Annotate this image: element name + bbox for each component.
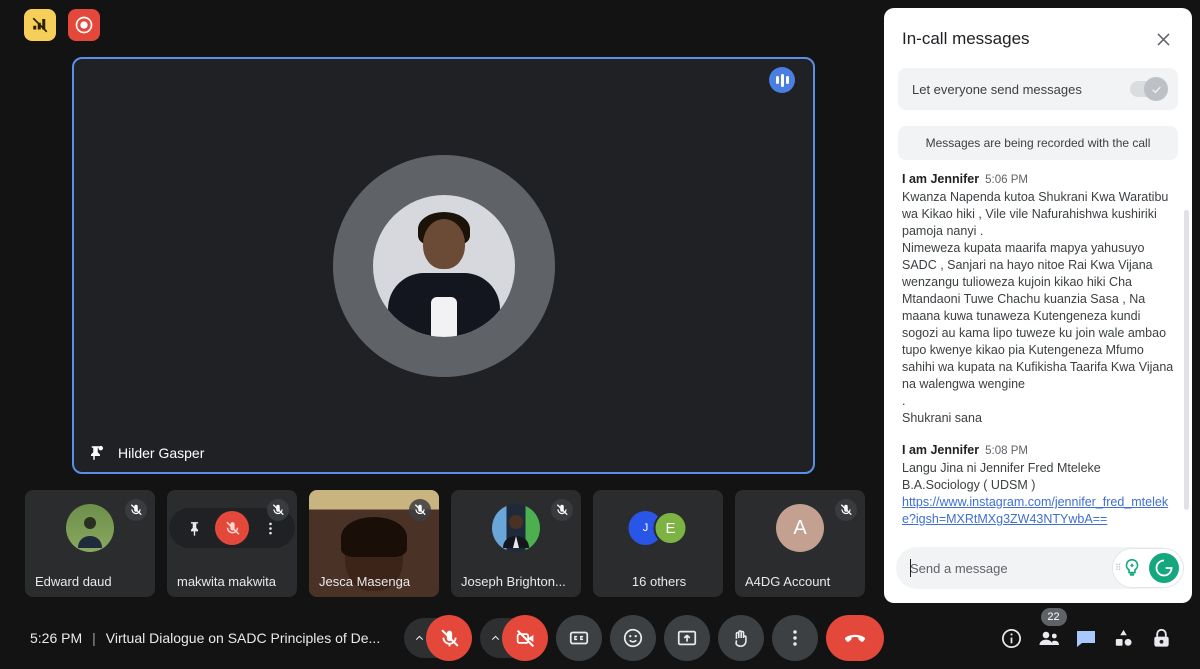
thumbnail-edward-daud[interactable]: Edward daud xyxy=(25,490,155,597)
more-options-button[interactable] xyxy=(772,615,818,661)
chat-button[interactable] xyxy=(1069,621,1103,655)
end-call-button[interactable] xyxy=(826,615,884,661)
toggle-label: Let everyone send messages xyxy=(912,81,1082,97)
message-body: Langu Jina ni Jennifer Fred Mteleke B.A.… xyxy=(902,461,1101,492)
thumbnail-label: makwita makwita xyxy=(177,574,276,589)
message-composer: Send a message ⠿ xyxy=(884,539,1192,603)
host-controls-button[interactable] xyxy=(1144,621,1178,655)
top-status-badges xyxy=(24,9,100,41)
thumbnail-label: Edward daud xyxy=(35,574,112,589)
mic-off-icon xyxy=(267,499,289,521)
grammarly-logo-icon[interactable] xyxy=(1149,553,1179,583)
meeting-window: Hilder Gasper Edward daud makwita makwit… xyxy=(0,0,1200,669)
let-everyone-send-messages-toggle[interactable] xyxy=(1130,77,1168,101)
toggle-knob xyxy=(1144,77,1168,101)
participant-thumbnail-strip: Edward daud makwita makwita Jesca Maseng… xyxy=(25,490,865,597)
text-caret xyxy=(910,559,911,577)
thumbnail-jesca-masenga[interactable]: Jesca Masenga xyxy=(309,490,439,597)
speaker-name: Hilder Gasper xyxy=(118,445,205,461)
speaker-avatar-ring xyxy=(332,154,555,377)
audio-level-icon xyxy=(769,67,795,93)
drag-handle-icon[interactable]: ⠿ xyxy=(1115,563,1122,574)
separator: | xyxy=(92,630,96,646)
thumbnail-label: Joseph Brighton... xyxy=(461,574,566,589)
thumbnail-joseph-brighton[interactable]: Joseph Brighton... xyxy=(451,490,581,597)
message-link[interactable]: https://www.instagram.com/jennifer_fred_… xyxy=(902,494,1176,528)
camera-button[interactable] xyxy=(502,615,548,661)
chat-scrollbar[interactable] xyxy=(1184,210,1189,510)
send-message-input[interactable]: Send a message xyxy=(910,561,1008,576)
right-side-controls: 22 xyxy=(980,607,1192,669)
others-avatar-group: J E xyxy=(628,511,688,545)
avatar xyxy=(492,504,540,552)
message-header: I am Jennifer 5:06 PM xyxy=(902,172,1176,186)
let-everyone-send-messages-row[interactable]: Let everyone send messages xyxy=(898,68,1178,110)
message-item: I am Jennifer 5:08 PM Langu Jina ni Jenni… xyxy=(902,443,1176,528)
meeting-info: 5:26 PM | Virtual Dialogue on SADC Princ… xyxy=(30,630,380,646)
thumbnail-label: A4DG Account xyxy=(745,574,831,589)
meeting-title: Virtual Dialogue on SADC Principles of D… xyxy=(105,630,381,646)
message-time: 5:06 PM xyxy=(985,174,1028,186)
mic-off-icon xyxy=(835,499,857,521)
present-button[interactable] xyxy=(664,615,710,661)
thumbnail-a4dg-account[interactable]: A A4DG Account xyxy=(735,490,865,597)
in-call-messages-panel: In-call messages Let everyone send messa… xyxy=(884,8,1192,603)
meeting-details-button[interactable] xyxy=(994,621,1028,655)
recording-badge[interactable] xyxy=(68,9,100,41)
mic-off-icon xyxy=(409,499,431,521)
chat-panel-header: In-call messages xyxy=(884,8,1192,64)
camera-control-pair xyxy=(480,615,548,661)
mute-icon[interactable] xyxy=(215,511,249,545)
pin-icon[interactable] xyxy=(177,511,211,545)
grammarly-widget[interactable]: ⠿ xyxy=(1112,548,1184,588)
chat-panel-title: In-call messages xyxy=(902,29,1030,48)
message-body: Kwanza Napenda kutoa Shukrani Kwa Warati… xyxy=(902,190,1174,425)
avatar xyxy=(372,194,515,337)
message-author: I am Jennifer xyxy=(902,172,980,186)
microphone-control-pair xyxy=(404,615,472,661)
avatar-initial: A xyxy=(776,504,824,552)
message-header: I am Jennifer 5:08 PM xyxy=(902,443,1176,457)
avatar xyxy=(66,504,114,552)
thumbnail-others-group[interactable]: J E 16 others xyxy=(593,490,723,597)
message-input-wrapper[interactable]: Send a message ⠿ xyxy=(896,547,1184,589)
network-off-badge[interactable] xyxy=(24,9,56,41)
microphone-button[interactable] xyxy=(426,615,472,661)
current-time: 5:26 PM xyxy=(30,630,83,646)
people-button[interactable]: 22 xyxy=(1032,608,1067,655)
thumbnail-makwita-makwita[interactable]: makwita makwita xyxy=(167,490,297,597)
message-item: I am Jennifer 5:06 PM Kwanza Napenda kuto… xyxy=(902,172,1176,427)
people-count-badge: 22 xyxy=(1040,608,1067,626)
thumbnail-label: Jesca Masenga xyxy=(319,574,411,589)
emoji-button[interactable] xyxy=(610,615,656,661)
thumbnail-label: 16 others xyxy=(631,574,687,589)
raise-hand-button[interactable] xyxy=(718,615,764,661)
captions-button[interactable] xyxy=(556,615,602,661)
close-icon[interactable] xyxy=(1150,26,1176,52)
recording-notice: Messages are being recorded with the cal… xyxy=(898,126,1178,160)
group-avatar-2: E xyxy=(653,511,688,545)
mic-off-icon xyxy=(551,499,573,521)
pin-icon xyxy=(88,444,106,462)
activities-button[interactable] xyxy=(1107,621,1141,655)
message-author: I am Jennifer xyxy=(902,443,980,457)
speaker-name-overlay: Hilder Gasper xyxy=(88,444,204,462)
messages-list[interactable]: I am Jennifer 5:06 PM Kwanza Napenda kuto… xyxy=(884,170,1192,539)
bottom-control-bar: 5:26 PM | Virtual Dialogue on SADC Princ… xyxy=(0,607,884,669)
mic-off-icon xyxy=(125,499,147,521)
main-speaker-tile[interactable]: Hilder Gasper xyxy=(72,57,815,474)
message-time: 5:08 PM xyxy=(985,445,1028,457)
call-controls xyxy=(404,615,884,661)
